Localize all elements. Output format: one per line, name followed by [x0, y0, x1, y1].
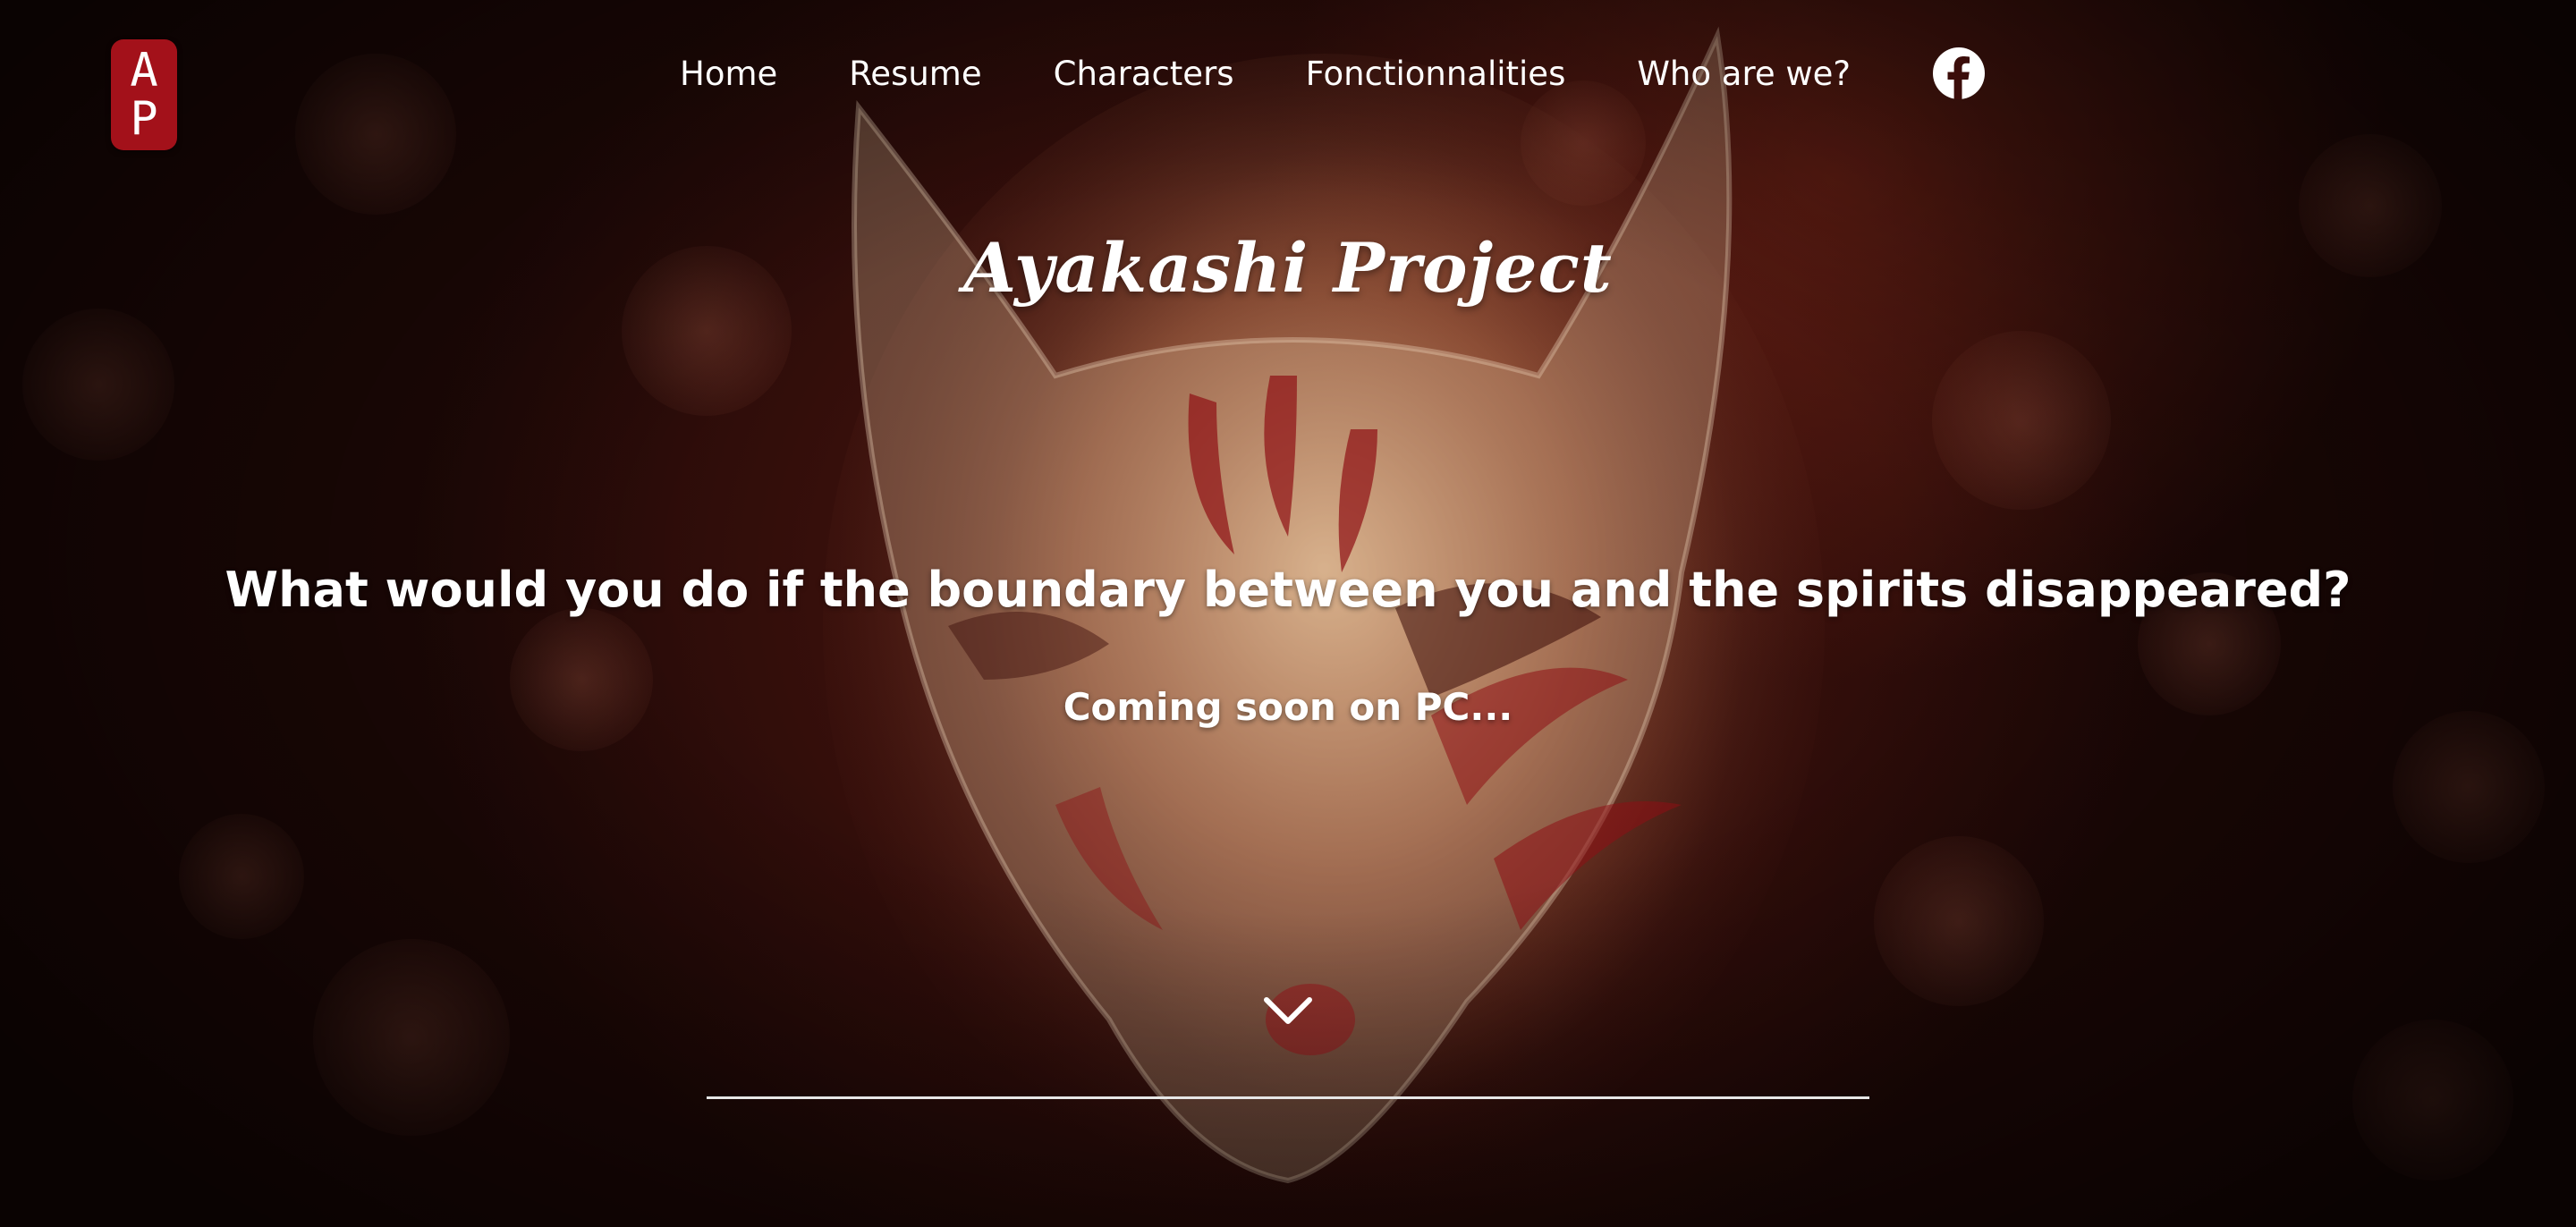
page-title: Ayakashi Project — [963, 228, 1613, 308]
nav-resume[interactable]: Resume — [849, 55, 981, 93]
nav-fonctionnalities[interactable]: Fonctionnalities — [1306, 55, 1566, 93]
logo-letter-p: P — [130, 92, 158, 146]
chevron-down-icon[interactable] — [1261, 991, 1315, 1030]
site-logo[interactable]: A P — [111, 39, 177, 150]
facebook-icon[interactable] — [1932, 47, 1986, 100]
hero-divider — [707, 1096, 1869, 1099]
nav-home[interactable]: Home — [680, 55, 777, 93]
release-note: Coming soon on PC... — [1063, 685, 1513, 729]
hero-tagline: What would you do if the boundary betwee… — [225, 562, 2351, 618]
nav-who-are-we[interactable]: Who are we? — [1637, 55, 1851, 93]
main-nav: Home Resume Characters Fonctionnalities … — [680, 47, 1922, 100]
nav-characters[interactable]: Characters — [1054, 55, 1234, 93]
logo-letter-a: A — [130, 44, 158, 97]
